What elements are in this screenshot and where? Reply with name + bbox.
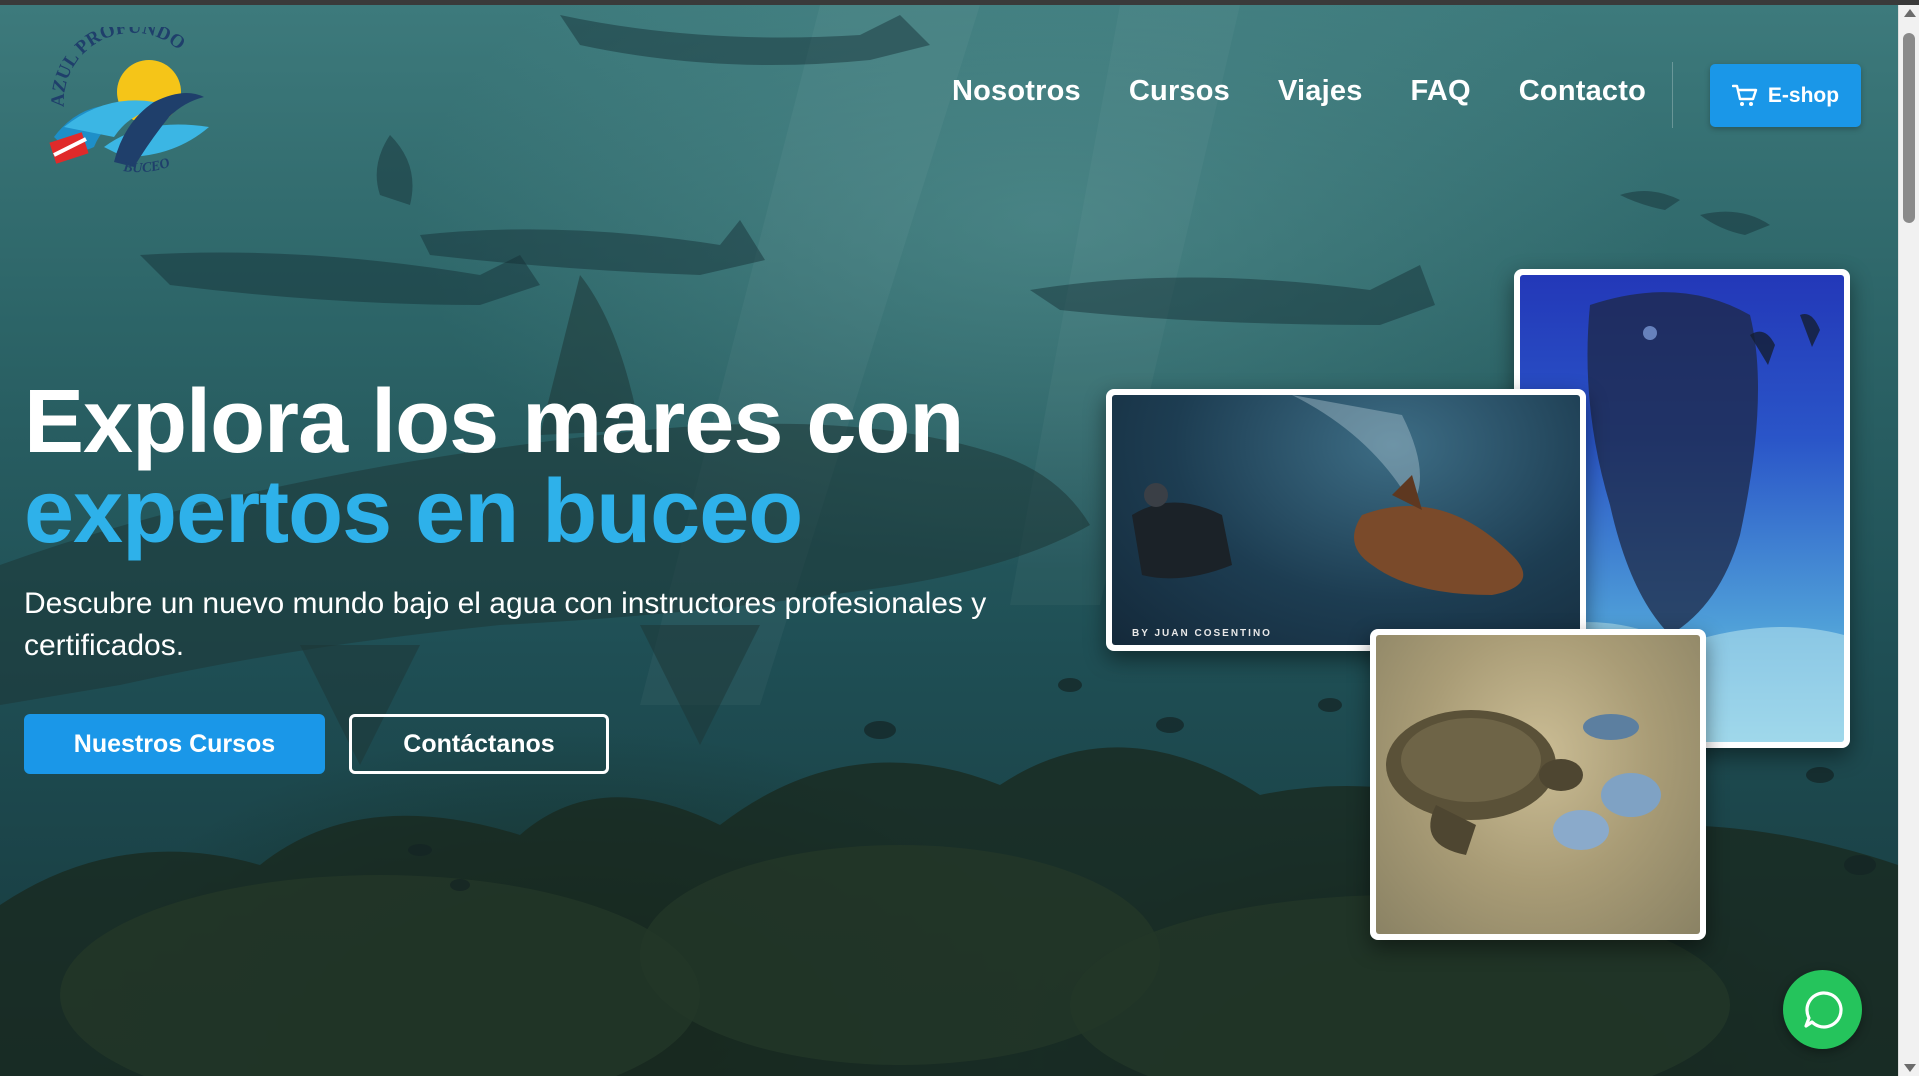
- photo-sea-lion: BY JUAN COSENTINO: [1106, 389, 1586, 651]
- cart-icon: [1731, 84, 1758, 106]
- photo-credit: BY JUAN COSENTINO: [1132, 628, 1272, 639]
- sea-lion-illustration: [1132, 395, 1524, 595]
- headline-line-2: expertos en buceo: [24, 462, 803, 562]
- nav-link-faq[interactable]: FAQ: [1411, 75, 1471, 108]
- nuestros-cursos-button[interactable]: Nuestros Cursos: [24, 714, 325, 774]
- chat-bubble-icon: [1803, 990, 1843, 1029]
- hero-headline: Explora los mares con expertos en buceo: [24, 372, 964, 562]
- main-nav: Nosotros Cursos Viajes FAQ Contacto: [952, 75, 1646, 108]
- sea-turtle-illustration: [1386, 710, 1661, 855]
- nav-link-viajes[interactable]: Viajes: [1278, 75, 1363, 108]
- scroll-down-arrow-icon[interactable]: [1904, 1064, 1916, 1072]
- nav-link-contacto[interactable]: Contacto: [1519, 75, 1646, 108]
- azul-profundo-logo[interactable]: AZUL PROFUNDO BUCEO: [44, 27, 220, 177]
- nav-divider: [1672, 62, 1673, 128]
- eshop-label: E-shop: [1767, 83, 1840, 107]
- contactanos-button[interactable]: Contáctanos: [349, 714, 609, 774]
- eshop-button[interactable]: E-shop: [1710, 64, 1861, 127]
- nav-link-cursos[interactable]: Cursos: [1129, 75, 1230, 108]
- scroll-up-arrow-icon[interactable]: [1904, 9, 1916, 17]
- hero-subtitle: Descubre un nuevo mundo bajo el agua con…: [24, 587, 987, 662]
- vertical-scrollbar[interactable]: [1898, 5, 1919, 1076]
- browser-top-strip: [0, 0, 1919, 5]
- headline-line-1: Explora los mares con: [24, 372, 964, 472]
- whatsapp-chat-button[interactable]: [1783, 970, 1862, 1049]
- scrollbar-thumb[interactable]: [1903, 33, 1915, 223]
- nav-link-nosotros[interactable]: Nosotros: [952, 75, 1081, 108]
- photo-sea-turtle: [1370, 629, 1706, 940]
- hero-section: AZUL PROFUNDO BUCEO Nosotros Cursos Viaj…: [0, 5, 1898, 1076]
